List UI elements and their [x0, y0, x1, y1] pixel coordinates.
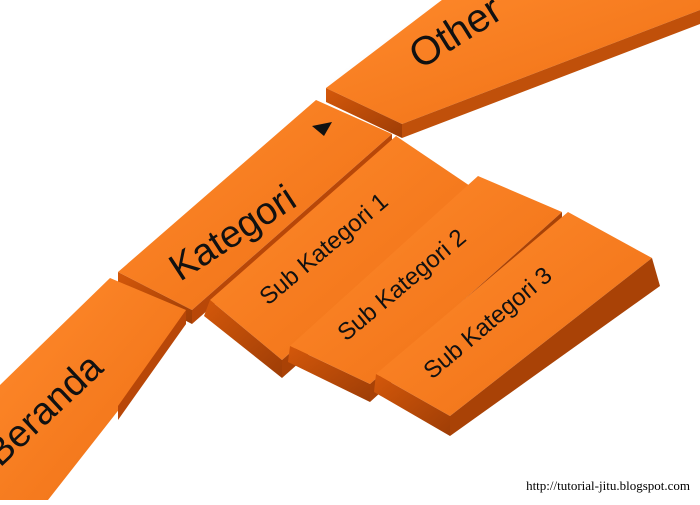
menu-item-beranda[interactable]: Beranda — [0, 278, 186, 500]
watermark-text: http://tutorial-jitu.blogspot.com — [526, 478, 690, 493]
isometric-menu: Other Kategori Beranda Sub Kategori 1 Su… — [0, 0, 700, 500]
menu-item-other[interactable]: Other — [326, 0, 700, 138]
